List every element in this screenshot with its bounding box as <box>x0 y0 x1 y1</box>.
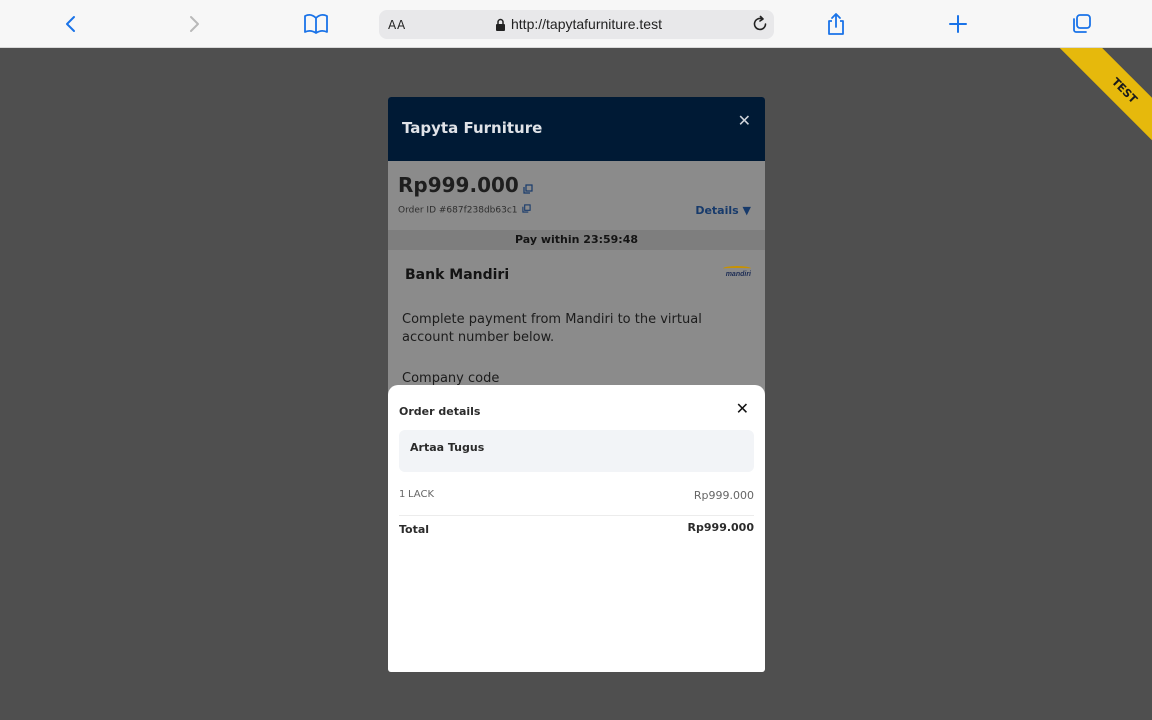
details-label: Details <box>695 204 739 217</box>
bookmarks-button[interactable] <box>300 8 332 40</box>
reload-icon[interactable] <box>751 15 769 37</box>
test-ribbon: TEST <box>1042 48 1152 158</box>
book-icon <box>304 14 328 34</box>
forward-button[interactable] <box>178 8 210 40</box>
pay-within-countdown: Pay within 23:59:48 <box>388 230 765 250</box>
sheet-close-button[interactable]: ✕ <box>736 399 749 418</box>
tabs-icon <box>1073 14 1091 33</box>
new-tab-button[interactable] <box>942 8 974 40</box>
chevron-right-icon <box>190 16 199 32</box>
merchant-name: Tapyta Furniture <box>402 119 543 137</box>
popup-header: Tapyta Furniture ✕ <box>388 97 765 161</box>
address-bar[interactable]: AA http://tapytafurniture.test <box>379 10 774 39</box>
chevron-left-icon <box>66 16 75 32</box>
test-ribbon-label: TEST <box>1049 48 1152 158</box>
order-details-sheet: Order details ✕ Artaa Tugus 1 LACK Rp999… <box>388 385 765 672</box>
reader-mode-button[interactable]: AA <box>388 18 406 32</box>
copy-icon[interactable] <box>523 175 533 199</box>
browser-toolbar: AA http://tapytafurniture.test <box>0 0 1152 48</box>
details-toggle[interactable]: Details ▼ <box>695 204 751 217</box>
lock-icon <box>495 17 506 36</box>
url-text[interactable]: http://tapytafurniture.test <box>511 16 662 32</box>
total-value: Rp999.000 <box>687 521 754 534</box>
caret-down-icon: ▼ <box>742 204 751 217</box>
sheet-title: Order details <box>399 405 481 418</box>
payment-instruction: Complete payment from Mandiri to the vir… <box>402 312 702 345</box>
total-label: Total <box>399 523 430 536</box>
item-price: Rp999.000 <box>693 489 754 502</box>
item-name: LACK <box>408 489 435 500</box>
amount-row: Rp999.000 <box>398 173 533 199</box>
order-id: Order ID #687f238db63c1 <box>398 205 518 216</box>
back-button[interactable] <box>55 8 87 40</box>
copy-icon[interactable] <box>521 204 531 216</box>
popup-close-button[interactable]: ✕ <box>738 111 751 130</box>
customer-name: Artaa Tugus <box>410 441 485 454</box>
payment-amount: Rp999.000 <box>398 173 519 197</box>
bank-name: Bank Mandiri <box>405 267 510 283</box>
company-code-label: Company code <box>402 371 500 386</box>
tabs-overview-button[interactable] <box>1065 8 1097 40</box>
mandiri-logo: mandiri <box>725 271 751 278</box>
list-item: 1 LACK Rp999.000 <box>399 488 754 516</box>
customer-box: Artaa Tugus <box>399 430 754 472</box>
plus-icon <box>949 15 967 33</box>
share-button[interactable] <box>820 8 852 40</box>
share-icon <box>828 13 844 35</box>
order-id-row: Order ID #687f238db63c1 <box>398 204 531 216</box>
item-quantity: 1 <box>399 489 406 500</box>
